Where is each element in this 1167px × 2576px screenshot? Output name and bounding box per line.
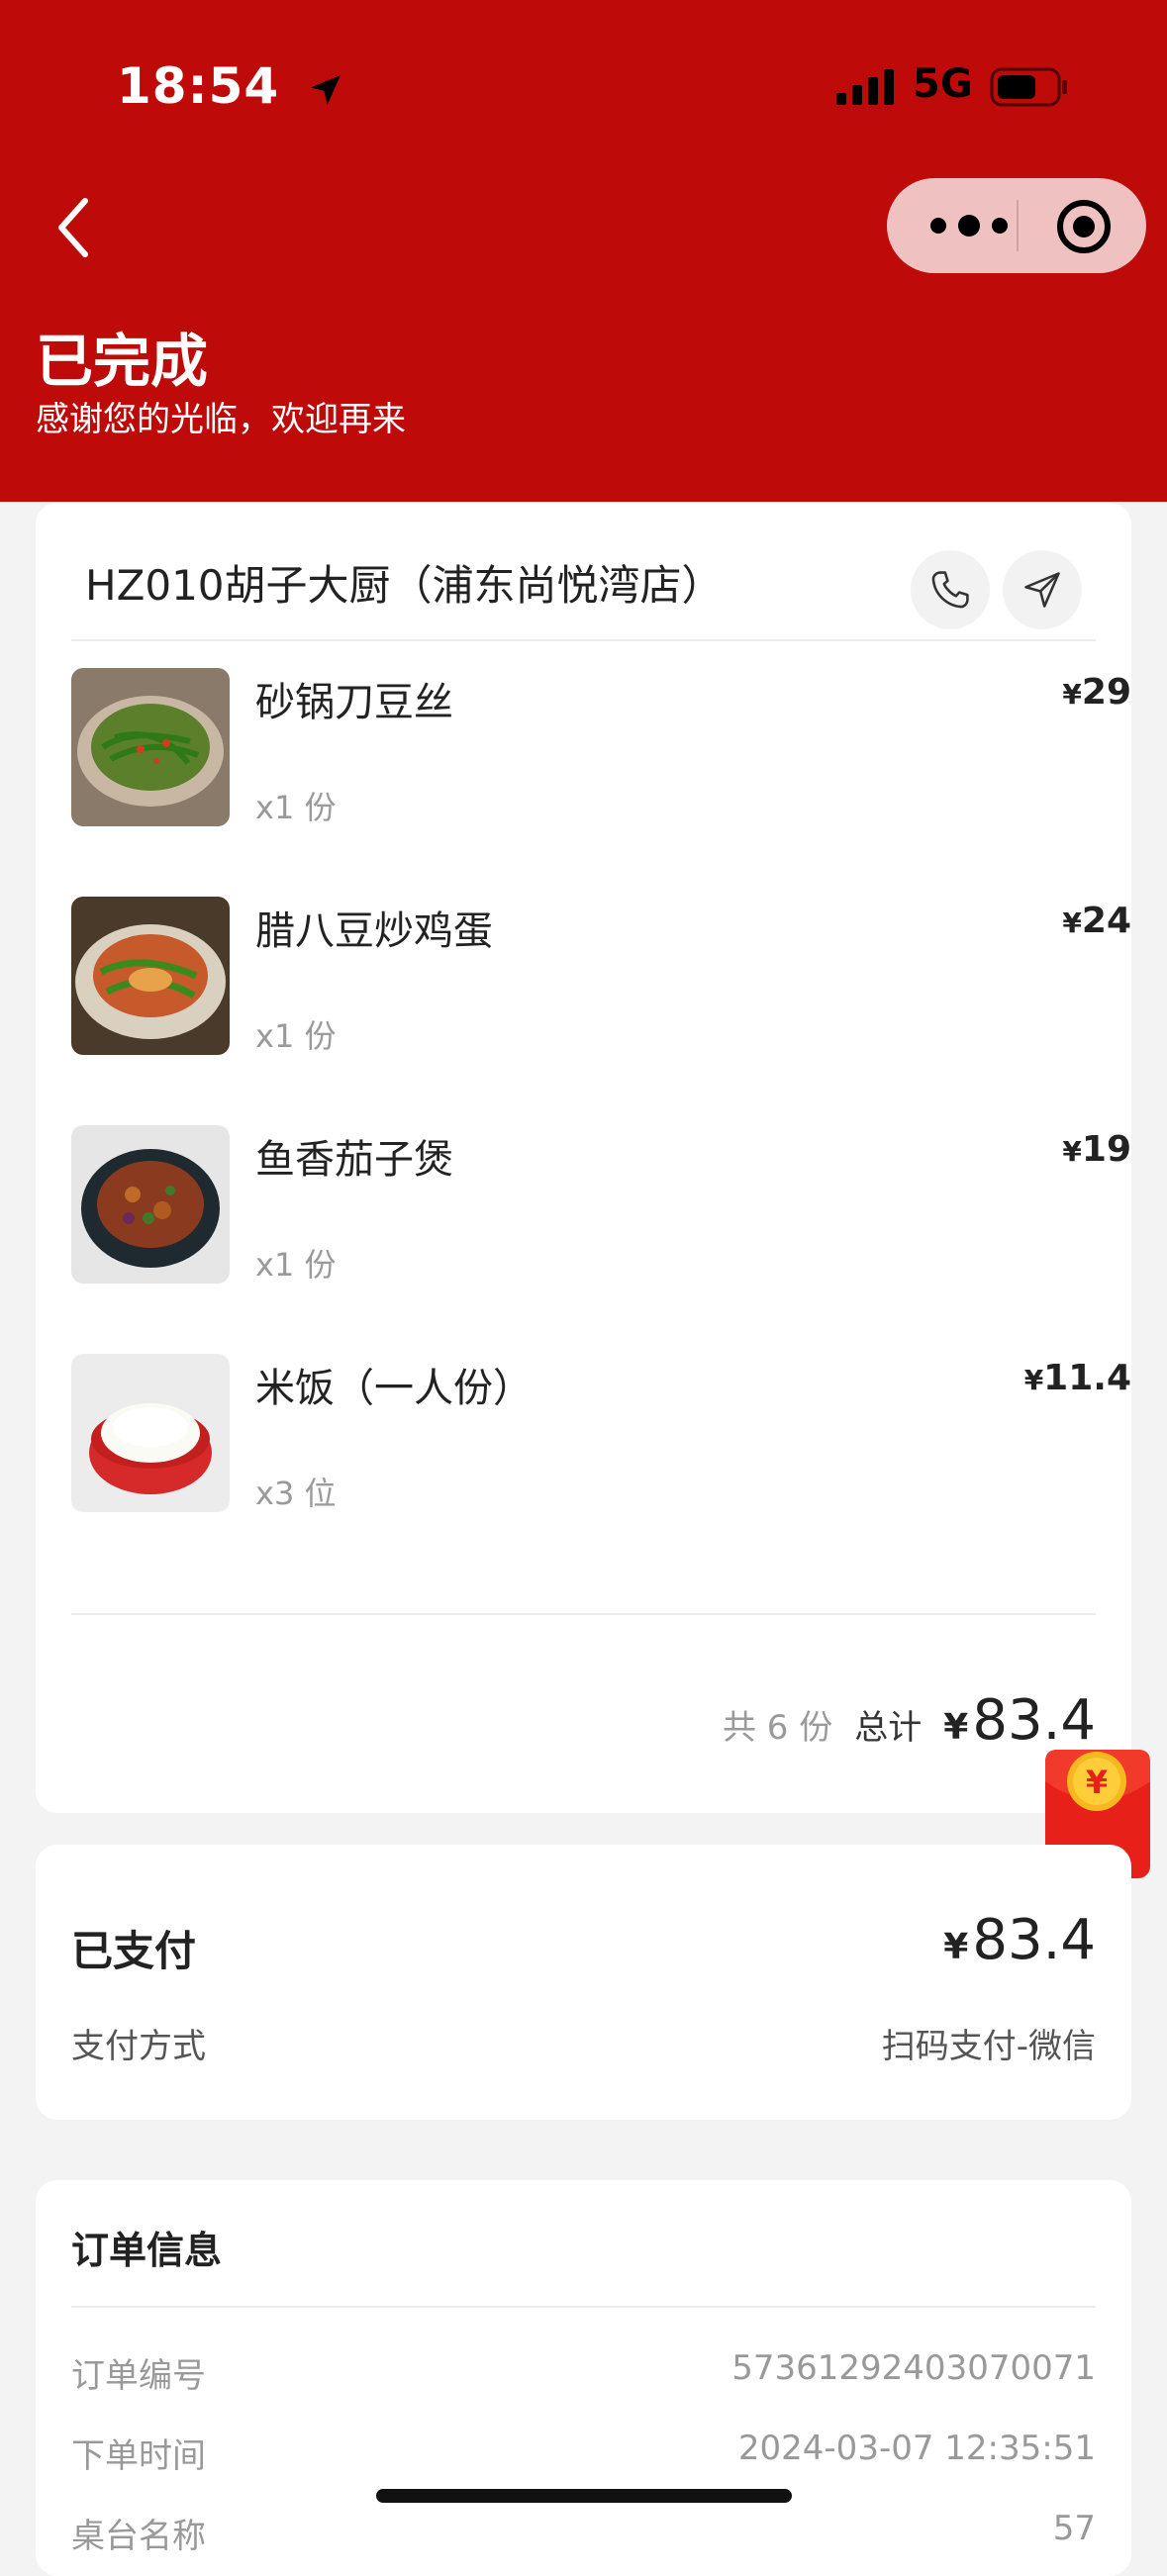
dish-photo — [71, 1125, 230, 1284]
item-price: ¥11.4 — [1024, 1358, 1131, 1398]
payment-method-label: 支付方式 — [71, 2027, 206, 2066]
item-qty: x1 份 — [255, 1017, 337, 1055]
item-price-value: 11.4 — [1043, 1358, 1131, 1398]
order-time-row: 下单时间 2024-03-07 12:35:51 — [71, 2429, 1096, 2477]
info-label: 订单编号 — [71, 2356, 206, 2396]
order-info-title: 订单信息 — [71, 2229, 223, 2272]
paid-amount-value: 83.4 — [972, 1908, 1096, 1972]
item-name: 腊八豆炒鸡蛋 — [255, 908, 493, 954]
info-value: 2024-03-07 12:35:51 — [737, 2429, 1096, 2468]
order-number-row: 订单编号 57361292403070071 — [71, 2348, 1096, 2397]
item-count: 共 6 份 — [723, 1708, 833, 1748]
network-label: 5G — [913, 61, 973, 107]
mini-program-capsule — [887, 178, 1146, 273]
divider — [71, 639, 1096, 641]
svg-text:¥: ¥ — [1086, 1764, 1108, 1801]
currency-symbol: ¥ — [1062, 678, 1082, 711]
signal-icon — [836, 69, 894, 105]
payment-method-value: 扫码支付-微信 — [881, 2027, 1096, 2066]
item-name: 砂锅刀豆丝 — [255, 680, 453, 725]
item-name: 米饭（一人份） — [255, 1366, 533, 1411]
info-label: 桌台名称 — [71, 2517, 206, 2556]
item-qty: x1 份 — [255, 789, 337, 826]
divider — [71, 2306, 1096, 2308]
page-subtitle: 感谢您的光临，欢迎再来 — [36, 400, 406, 439]
divider — [71, 1613, 1096, 1615]
item-qty: x1 份 — [255, 1246, 337, 1284]
status-time: 18:54 — [117, 57, 345, 115]
currency-symbol: ¥ — [1023, 1364, 1044, 1396]
currency-symbol: ¥ — [943, 1927, 969, 1967]
info-value: 57 — [1052, 2509, 1096, 2548]
battery-icon — [990, 67, 1067, 107]
currency-symbol: ¥ — [943, 1707, 969, 1748]
store-name[interactable]: HZ010胡子大厨（浦东尚悦湾店） — [85, 552, 724, 613]
currency-symbol: ¥ — [1062, 906, 1082, 939]
status-time-text: 18:54 — [117, 57, 280, 115]
location-arrow-icon — [310, 74, 340, 105]
navigation-icon — [1024, 572, 1060, 608]
back-icon[interactable] — [49, 193, 99, 262]
home-indicator[interactable] — [376, 2489, 792, 2503]
info-label: 下单时间 — [71, 2436, 206, 2476]
item-price-value: 19 — [1081, 1129, 1131, 1170]
item-price: ¥29 — [1062, 672, 1131, 713]
item-price-value: 24 — [1081, 901, 1131, 941]
order-totals: 共 6 份 总计 ¥83.4 — [723, 1688, 1096, 1753]
list-item[interactable]: 腊八豆炒鸡蛋 x1 份 ¥24 — [71, 897, 1131, 1055]
header: 18:54 5G 已完成 感谢您的光临，欢迎再来 — [0, 0, 1167, 502]
list-item[interactable]: 鱼香茄子煲 x1 份 ¥19 — [71, 1125, 1131, 1284]
paid-amount: ¥83.4 — [943, 1908, 1096, 1972]
dish-photo — [71, 668, 230, 826]
capsule-divider — [1017, 200, 1019, 251]
dish-photo — [71, 1354, 230, 1512]
navigation-button[interactable] — [1003, 550, 1082, 629]
phone-button[interactable] — [911, 550, 990, 629]
currency-symbol: ¥ — [1062, 1135, 1082, 1168]
dish-photo — [71, 897, 230, 1055]
info-value[interactable]: 57361292403070071 — [731, 2348, 1096, 2388]
page-title: 已完成 — [36, 328, 209, 395]
table-name-row: 桌台名称 57 — [71, 2509, 1096, 2557]
order-info-card: 订单信息 订单编号 57361292403070071 下单时间 2024-03… — [36, 2180, 1131, 2576]
list-item[interactable]: 砂锅刀豆丝 x1 份 ¥29 — [71, 668, 1131, 826]
list-item[interactable]: 米饭（一人份） x3 位 ¥11.4 — [71, 1354, 1131, 1512]
item-qty: x3 位 — [255, 1475, 337, 1512]
payment-card: 已支付 ¥83.4 支付方式 扫码支付-微信 — [36, 1845, 1131, 2120]
item-price: ¥24 — [1062, 901, 1131, 941]
item-name: 鱼香茄子煲 — [255, 1137, 453, 1183]
more-icon[interactable] — [924, 208, 1014, 243]
paid-label: 已支付 — [71, 1927, 197, 1975]
phone-icon — [931, 571, 969, 609]
target-icon[interactable] — [1055, 198, 1113, 255]
total-label: 总计 — [854, 1708, 923, 1748]
item-price-value: 29 — [1081, 672, 1131, 713]
order-items-card: HZ010胡子大厨（浦东尚悦湾店） 砂锅刀豆丝 x1 份 ¥29 腊八豆炒鸡蛋 … — [36, 503, 1131, 1813]
item-price: ¥19 — [1062, 1129, 1131, 1170]
